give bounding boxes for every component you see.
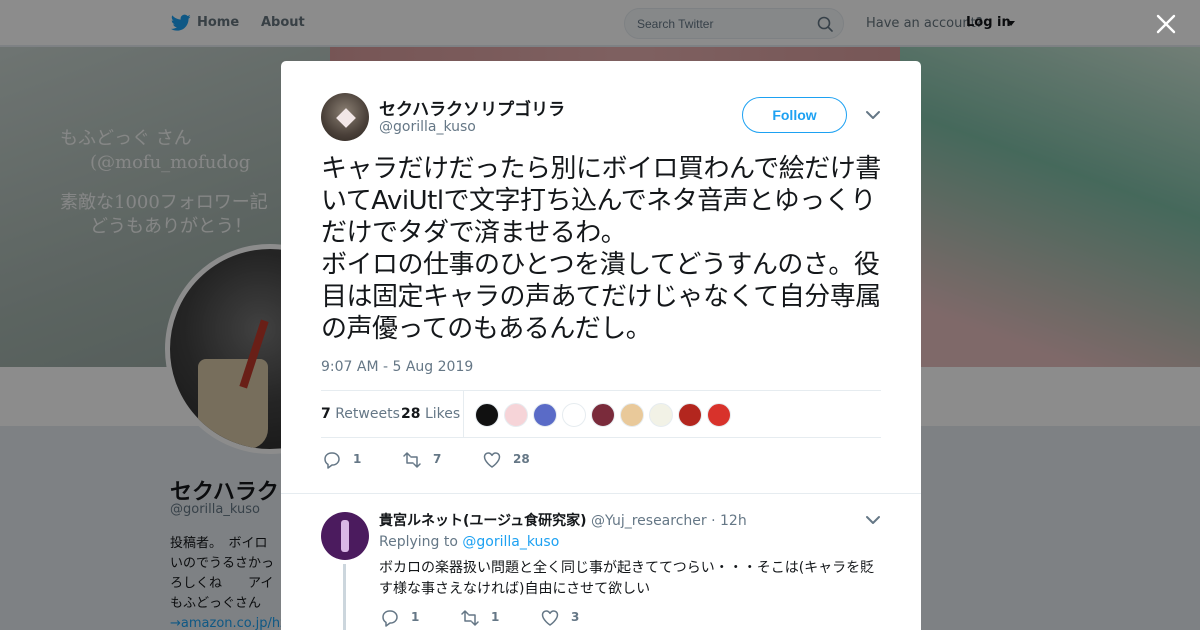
heart-icon — [483, 452, 501, 468]
tweet-modal: セクハラクソリプゴリラ @gorilla_kuso Follow キャラだけだっ… — [281, 61, 921, 630]
retweets-label: Retweets — [335, 406, 400, 422]
avatar-figure-shape — [341, 520, 349, 552]
tweet-timestamp[interactable]: 9:07 AM - 5 Aug 2019 — [321, 359, 473, 375]
reply-avatar[interactable] — [321, 512, 369, 560]
chevron-down-icon[interactable] — [865, 109, 881, 121]
reply-like-count: 3 — [571, 610, 580, 624]
author-avatar[interactable] — [321, 93, 369, 141]
retweets-stat[interactable]: 7 Retweets — [321, 406, 400, 422]
avatar-white-icon[interactable] — [562, 403, 586, 427]
thread-line — [343, 564, 346, 630]
reply-icon — [382, 610, 398, 627]
avatar-bunny-icon[interactable] — [504, 403, 528, 427]
reply-author-name[interactable]: 貴宮ルネット(ユージュ食研究家) — [379, 513, 587, 529]
likes-label: Likes — [424, 406, 461, 422]
avatar-glasses-icon[interactable] — [620, 403, 644, 427]
avatar-maroon-icon[interactable] — [591, 403, 615, 427]
reply-time[interactable]: · 12h — [707, 513, 747, 529]
replying-to: Replying to @gorilla_kuso — [379, 534, 559, 550]
avatar-chick-icon[interactable] — [649, 403, 673, 427]
reply-icon — [324, 452, 340, 469]
retweet-icon — [403, 452, 421, 468]
follow-button[interactable]: Follow — [742, 97, 847, 133]
close-icon[interactable] — [1156, 14, 1176, 34]
chevron-down-icon[interactable] — [865, 514, 881, 526]
avatar-hat-icon[interactable] — [707, 403, 731, 427]
likes-stat[interactable]: 28 Likes — [401, 406, 460, 422]
heart-icon — [541, 610, 559, 626]
reply-reply-count: 1 — [411, 610, 420, 624]
tweet-stats: 7 Retweets 28 Likes — [321, 390, 881, 438]
replying-to-prefix: Replying to — [379, 534, 458, 550]
tweet-text: キャラだけだったら別にボイロ買わんで絵だけ書いてAviUtlで文字打ち込んでネタ… — [321, 154, 881, 344]
reply-text: ボカロの楽器扱い問題と全く同じ事が起きててつらい・・・そこは(キャラを貶す様な事… — [379, 560, 875, 597]
avatar-dark-icon[interactable] — [475, 403, 499, 427]
reply-tweet[interactable]: 貴宮ルネット(ユージュ食研究家) @Yuj_researcher · 12h R… — [281, 493, 921, 630]
reply-retweet-count: 1 — [491, 610, 500, 624]
author-name[interactable]: セクハラクソリプゴリラ — [379, 95, 565, 120]
stats-divider — [463, 391, 464, 438]
avatar-girl-blue-icon[interactable] — [533, 403, 557, 427]
like-count: 28 — [513, 452, 530, 466]
author-handle[interactable]: @gorilla_kuso — [379, 119, 476, 135]
reply-header: 貴宮ルネット(ユージュ食研究家) @Yuj_researcher · 12h — [379, 510, 747, 530]
avatar-card-shape — [336, 108, 356, 128]
retweets-count: 7 — [321, 406, 331, 422]
likes-count: 28 — [401, 406, 421, 422]
replying-to-link[interactable]: @gorilla_kuso — [462, 534, 559, 550]
reply-author-handle[interactable]: @Yuj_researcher — [591, 513, 707, 529]
retweet-icon — [461, 610, 479, 626]
avatar-red-icon[interactable] — [678, 403, 702, 427]
reply-count: 1 — [353, 452, 362, 466]
retweet-count: 7 — [433, 452, 442, 466]
